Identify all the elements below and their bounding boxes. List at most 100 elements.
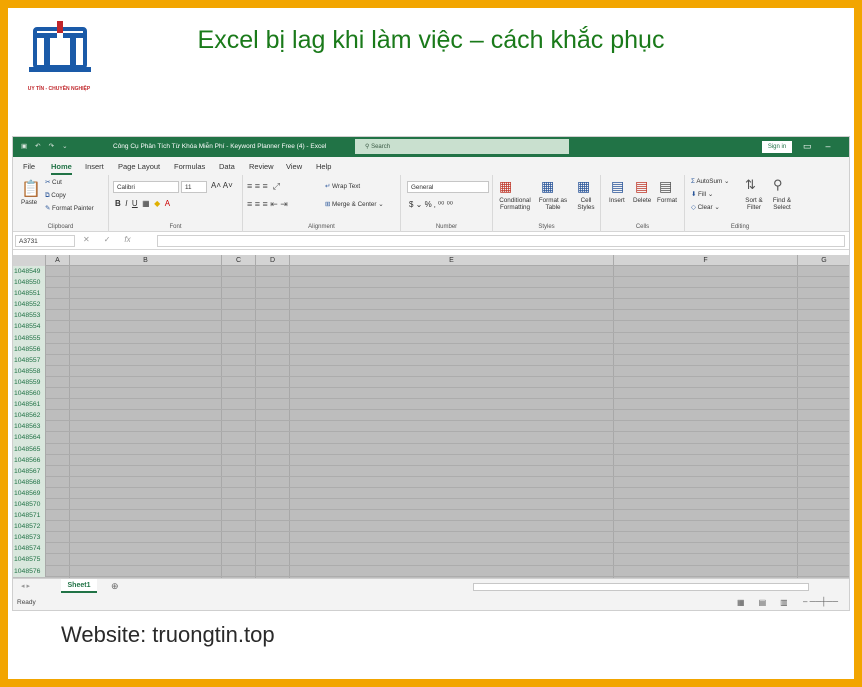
cancel-icon[interactable]: ✕ <box>83 235 90 244</box>
format-painter-button[interactable]: ✎ Format Painter <box>45 205 94 212</box>
find-icon[interactable]: ⚲ <box>773 177 783 193</box>
table-row[interactable]: 1048550 <box>13 277 849 289</box>
normal-view-icon[interactable]: ▦ <box>737 598 745 607</box>
cell-styles-icon[interactable]: ▦ <box>577 178 590 195</box>
col-header-g[interactable]: G <box>798 255 849 266</box>
search-box[interactable]: ⚲ Search <box>355 139 569 154</box>
paste-icon[interactable]: 📋 <box>21 179 41 199</box>
page-break-view-icon[interactable]: ▥ <box>780 598 788 607</box>
table-row[interactable]: 1048565 <box>13 443 849 455</box>
wrap-text-button[interactable]: ↵ Wrap Text <box>325 183 360 190</box>
table-row[interactable]: 1048558 <box>13 365 849 377</box>
insert-cells-icon[interactable]: ▤ <box>611 178 624 195</box>
vertical-align-icons[interactable]: ≡ ≡ ≡ ⤢ <box>247 181 280 192</box>
format-cells-icon[interactable]: ▤ <box>659 178 672 195</box>
find-select-button[interactable]: Find & Select <box>769 197 795 211</box>
table-row[interactable]: 1048549 <box>13 266 849 278</box>
table-row[interactable]: 1048559 <box>13 376 849 389</box>
name-box[interactable]: A3731 <box>15 235 75 247</box>
row-header[interactable]: 1048551 <box>13 288 46 300</box>
function-icon[interactable]: fx <box>124 235 130 244</box>
col-header-c[interactable]: C <box>222 255 256 266</box>
cut-button[interactable]: ✂ Cut <box>45 179 62 186</box>
select-all-corner[interactable] <box>13 255 46 266</box>
row-header[interactable]: 1048573 <box>13 532 46 544</box>
horizontal-scrollbar[interactable] <box>473 583 809 591</box>
format-as-table-button[interactable]: Format as Table <box>537 197 569 211</box>
row-header[interactable]: 1048569 <box>13 487 46 499</box>
sheet-nav-icons[interactable]: ◂ ▸ <box>21 582 30 590</box>
format-table-icon[interactable]: ▦ <box>541 178 554 195</box>
table-row[interactable]: 1048561 <box>13 399 849 411</box>
table-row[interactable]: 1048568 <box>13 476 849 488</box>
table-row[interactable]: 1048562 <box>13 410 849 422</box>
row-header[interactable]: 1048563 <box>13 421 46 433</box>
conditional-formatting-button[interactable]: Conditional Formatting <box>496 197 534 211</box>
row-header[interactable]: 1048558 <box>13 365 46 377</box>
col-header-a[interactable]: A <box>46 255 70 266</box>
table-row[interactable]: 1048573 <box>13 532 849 544</box>
horizontal-align-icons[interactable]: ≡ ≡ ≡ ⇤ ⇥ <box>247 199 288 210</box>
tab-insert[interactable]: Insert <box>85 162 104 171</box>
row-header[interactable]: 1048549 <box>13 266 46 278</box>
font-size-buttons[interactable]: A˄ A˅ <box>211 181 233 190</box>
tab-view[interactable]: View <box>286 162 302 171</box>
table-row[interactable]: 1048560 <box>13 388 849 400</box>
font-style-buttons[interactable]: B I U ▦ ◆ A <box>115 199 170 208</box>
paste-button[interactable]: Paste <box>21 199 37 206</box>
autosum-button[interactable]: Σ AutoSum ⌄ <box>691 178 729 185</box>
table-row[interactable]: 1048552 <box>13 299 849 311</box>
customize-qa-icon[interactable]: ⌄ <box>62 142 67 150</box>
redo-icon[interactable]: ↷ <box>49 142 54 150</box>
row-header[interactable]: 1048570 <box>13 498 46 511</box>
row-header[interactable]: 1048564 <box>13 432 46 444</box>
conditional-formatting-icon[interactable]: ▦ <box>499 178 512 195</box>
insert-button[interactable]: Insert <box>609 197 625 204</box>
table-row[interactable]: 1048551 <box>13 288 849 300</box>
col-header-f[interactable]: F <box>614 255 798 266</box>
table-row[interactable]: 1048566 <box>13 454 849 466</box>
table-row[interactable]: 1048572 <box>13 521 849 533</box>
row-header[interactable]: 1048557 <box>13 354 46 366</box>
add-sheet-icon[interactable]: ⊕ <box>111 581 119 592</box>
delete-button[interactable]: Delete <box>633 197 651 204</box>
row-header[interactable]: 1048550 <box>13 277 46 289</box>
tab-data[interactable]: Data <box>219 162 235 171</box>
sign-in-button[interactable]: Sign in <box>762 141 792 153</box>
table-row[interactable]: 1048557 <box>13 354 849 366</box>
col-header-d[interactable]: D <box>256 255 290 266</box>
row-header[interactable]: 1048566 <box>13 454 46 466</box>
sort-filter-button[interactable]: Sort & Filter <box>741 197 767 211</box>
worksheet-grid[interactable]: A B C D E F G 1048549 1048550 1048551 10485… <box>13 255 849 578</box>
row-header[interactable]: 1048556 <box>13 343 46 355</box>
undo-icon[interactable]: ↶ <box>35 142 40 150</box>
font-size-select[interactable]: 11 <box>181 181 207 193</box>
row-header[interactable]: 1048555 <box>13 332 46 344</box>
row-header[interactable]: 1048560 <box>13 388 46 400</box>
copy-button[interactable]: ⧉ Copy <box>45 192 66 200</box>
table-row[interactable]: 1048563 <box>13 421 849 433</box>
row-header[interactable]: 1048567 <box>13 465 46 477</box>
row-header[interactable]: 1048576 <box>13 565 46 577</box>
col-header-e[interactable]: E <box>290 255 614 266</box>
number-format-select[interactable]: General <box>407 181 489 193</box>
tab-home[interactable]: Home <box>51 162 72 175</box>
tab-page-layout[interactable]: Page Layout <box>118 162 160 171</box>
clear-button[interactable]: ◇ Clear ⌄ <box>691 204 720 211</box>
minimize-icon[interactable]: – <box>826 141 831 152</box>
number-format-buttons[interactable]: $ ⌄ % ‚ ⁰⁰ ⁰⁰ <box>409 200 453 209</box>
table-row[interactable]: 1048567 <box>13 465 849 477</box>
tab-review[interactable]: Review <box>249 162 274 171</box>
col-header-b[interactable]: B <box>70 255 222 266</box>
row-header[interactable]: 1048572 <box>13 521 46 533</box>
check-icon[interactable]: ✓ <box>104 235 111 244</box>
row-header[interactable]: 1048552 <box>13 299 46 311</box>
delete-cells-icon[interactable]: ▤ <box>635 178 648 195</box>
merge-center-button[interactable]: ⊞ Merge & Center ⌄ <box>325 201 384 208</box>
cell-styles-button[interactable]: Cell Styles <box>573 197 599 211</box>
tab-help[interactable]: Help <box>316 162 331 171</box>
table-row[interactable]: 1048564 <box>13 432 849 444</box>
table-row[interactable]: 1048576 <box>13 565 849 577</box>
row-header[interactable]: 1048554 <box>13 321 46 333</box>
font-name-select[interactable]: Calibri <box>113 181 179 193</box>
